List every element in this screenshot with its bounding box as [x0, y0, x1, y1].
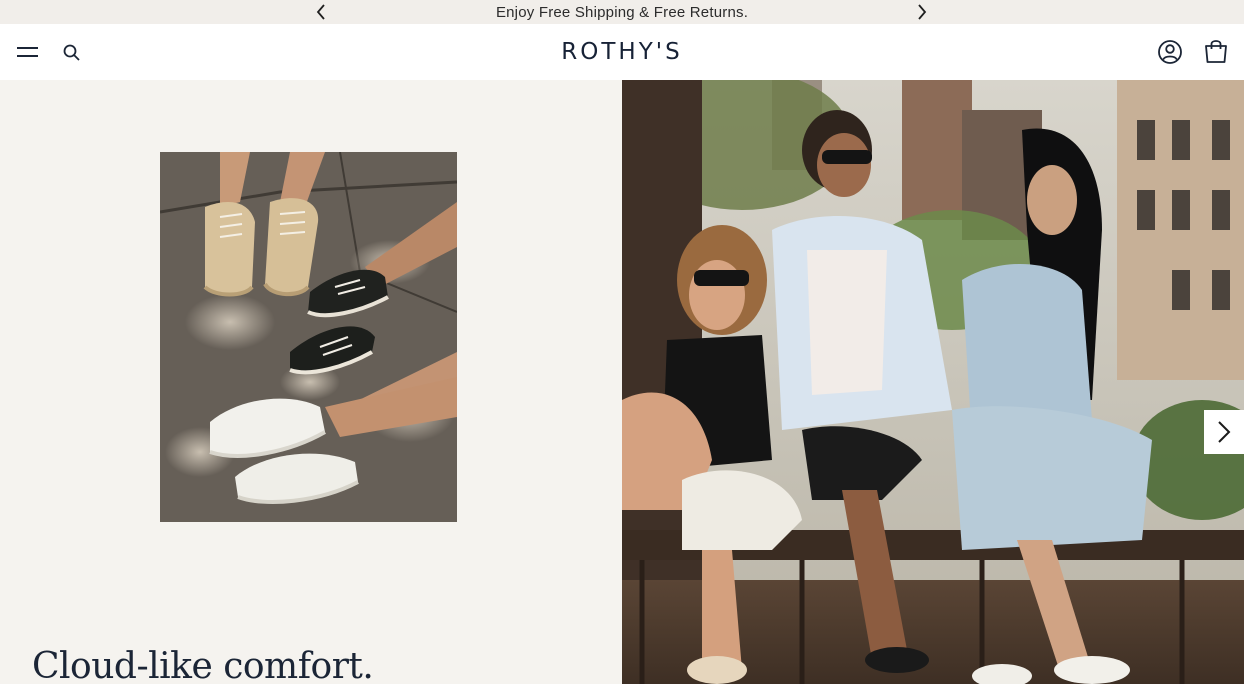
hamburger-menu-icon: [17, 47, 38, 57]
search-button[interactable]: [58, 39, 86, 67]
sneakers-image: [160, 152, 457, 522]
hero-right-panel: [622, 80, 1244, 684]
account-icon: [1158, 40, 1182, 64]
sneakers-photo: [160, 152, 457, 522]
shopping-bag-icon: [1205, 40, 1227, 63]
chevron-right-icon: [1218, 421, 1231, 443]
announcement-bar: Enjoy Free Shipping & Free Returns.: [0, 0, 1244, 24]
hero-left-panel: Cloud-like comfort.: [0, 80, 622, 684]
announcement-text: Enjoy Free Shipping & Free Returns.: [495, 3, 749, 21]
cart-button[interactable]: [1202, 37, 1230, 65]
hero-headline: Cloud-like comfort.: [32, 646, 374, 684]
chevron-left-icon: [316, 4, 325, 20]
lifestyle-photo: [622, 80, 1244, 684]
brand-logo[interactable]: ROTHY'S: [561, 39, 682, 65]
brand-logo-wrap: ROTHY'S: [0, 24, 1244, 80]
announcement-prev-button[interactable]: [311, 2, 331, 22]
account-button[interactable]: [1156, 38, 1184, 66]
chevron-right-icon: [918, 4, 927, 20]
site-header: ROTHY'S: [0, 24, 1244, 80]
announcement-next-button[interactable]: [912, 2, 932, 22]
menu-button[interactable]: [13, 38, 41, 66]
search-icon: [63, 44, 80, 61]
hero-next-slide-button[interactable]: [1204, 410, 1244, 454]
